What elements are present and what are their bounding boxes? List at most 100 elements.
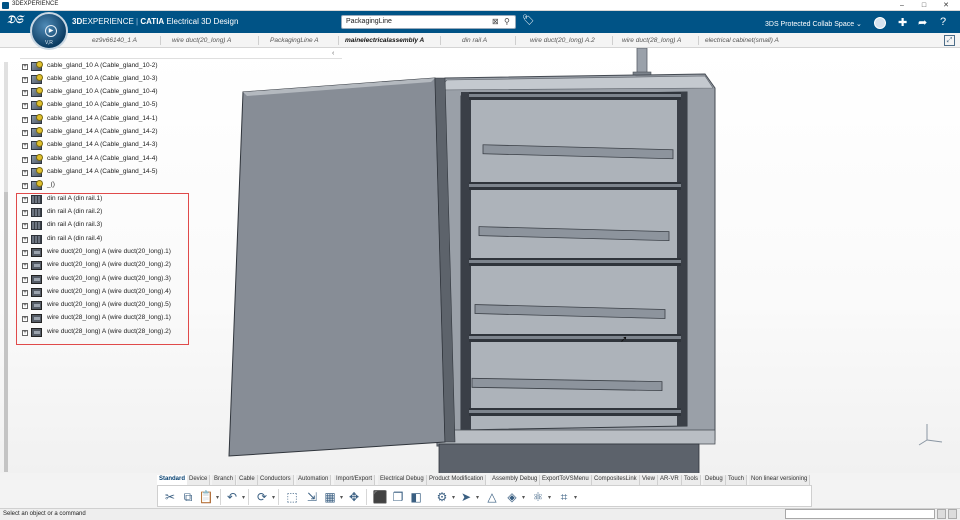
axis-triad-icon[interactable] [915,418,945,448]
ctab-debug[interactable]: Debug [703,475,726,485]
select-icon[interactable]: ⬚ [284,489,300,505]
expand-icon[interactable]: + [22,77,28,83]
copy-icon[interactable]: ⧉ [180,489,196,505]
tab-packagingline[interactable]: PackagingLine A [270,37,319,44]
help-icon[interactable]: ? [940,16,946,28]
cable-gland-icon [31,140,43,150]
compass-widget[interactable]: ▶ V,R [30,12,68,50]
section-icon[interactable]: ◈ [504,489,525,506]
ctab-touch[interactable]: Touch [726,475,748,485]
box-icon[interactable]: ⬛ [372,489,388,505]
multi-box-icon[interactable]: ❐ [390,489,406,505]
ctab-cable[interactable]: Cable [237,475,258,485]
expand-icon[interactable]: + [22,130,28,136]
cable-gland-icon [31,87,43,97]
cabinet-base [436,429,716,445]
tab-separator [258,36,259,45]
toolbar-separator [220,489,221,505]
search-field[interactable]: PackagingLine ⊠ ⚲ [341,15,516,29]
tab-separator [515,36,516,45]
tree-scroll-thumb[interactable] [4,192,8,472]
play-icon[interactable]: ▶ [45,25,57,37]
expand-icon[interactable]: + [22,170,28,176]
tab-electrical-cabinet[interactable]: electrical cabinet(small) A [705,37,779,44]
maximize-button[interactable]: □ [916,0,932,11]
cut-icon[interactable]: ✂ [162,489,178,505]
capture-icon[interactable]: ⌗ [556,489,577,506]
app-title: 3DEXPERIENCE | CATIA Electrical 3D Desig… [72,17,238,26]
move-icon[interactable]: ✥ [346,489,362,505]
tab-din-rail[interactable]: din rail A [462,37,487,44]
ctab-branch[interactable]: Branch [212,475,237,485]
collapse-tree-icon[interactable]: ‹ [332,50,334,57]
mouse-cursor-icon: ➚ [620,334,628,344]
tab-separator [612,36,613,45]
ctab-product-modification[interactable]: Product Modification [427,475,487,485]
tag-icon[interactable]: 🏷 [522,15,535,26]
expand-icon[interactable]: + [22,117,28,123]
ctab-electrical-debug[interactable]: Electrical Debug [378,475,427,485]
expand-icon[interactable]: + [22,90,28,96]
ctab-device[interactable]: Device [187,475,211,485]
ctab-assembly-debug[interactable]: Assembly Debug [490,475,541,485]
ds-logo-icon[interactable]: 𝔇𝔖 [7,14,23,27]
share-icon[interactable]: ➦ [918,16,927,29]
command-expand-button[interactable] [948,509,957,519]
cable-gland-icon [31,154,43,164]
tree-scrollbar[interactable] [4,62,8,472]
toolbar-separator [248,489,249,505]
cabinet-plinth [438,443,700,476]
measure-icon[interactable]: ◧ [408,489,424,505]
cable-gland-icon [31,100,43,110]
command-menu-button[interactable] [937,509,946,519]
update-icon[interactable]: ⟳ [254,489,275,506]
close-button[interactable]: ✕ [938,0,954,11]
expand-icon[interactable]: + [22,103,28,109]
tab-separator [160,36,161,45]
toolbar-separator [366,489,367,505]
expand-icon[interactable]: + [22,64,28,70]
assembly-icon[interactable]: ⚙ [434,489,455,506]
compass-tool-icon[interactable]: △ [484,489,500,505]
tab-wire-duct-28[interactable]: wire duct(28_long) A [622,37,681,44]
tab-wire-duct-20-2[interactable]: wire duct(20_long) A.2 [530,37,595,44]
search-icon[interactable]: ⚲ [504,17,510,26]
expand-icon[interactable]: + [22,143,28,149]
table-icon[interactable]: ▦ [322,489,343,506]
status-prompt: Select an object or a command [3,511,86,517]
tab-ez9v66140[interactable]: ez9v66140_1 A [92,37,137,44]
clear-search-icon[interactable]: ⊠ [492,17,499,26]
expand-icon[interactable]: + [22,157,28,163]
ctab-ar-vr[interactable]: AR-VR [658,475,682,485]
ctab-view[interactable]: View [640,475,658,485]
ctab-import-export[interactable]: Import/Export [334,475,376,485]
collab-space-selector[interactable]: 3DS Protected Collab Space ⌄ [765,20,862,28]
cable-gland-icon [31,74,43,84]
undo-icon[interactable]: ↶ [224,489,245,506]
minimize-button[interactable]: – [894,0,910,11]
expand-icon[interactable]: + [22,183,28,189]
user-avatar[interactable] [874,17,886,29]
ctab-automation[interactable]: Automation [296,475,332,485]
expand-view-icon[interactable]: ⤢ [944,35,955,46]
tree-node-label: _() [47,181,55,188]
ctab-tools[interactable]: Tools [682,475,702,485]
ctab-non-linear-versioning[interactable]: Non linear versioning [749,475,811,485]
tab-separator [338,36,339,45]
brand-3d: 3D [72,17,83,26]
ctab-standard[interactable]: Standard [157,475,189,485]
ctab-conductors[interactable]: Conductors [258,475,294,485]
tree-node-label: cable_gland_10 A (Cable_gland_10-4) [47,88,158,95]
tab-mainelectricalassembly[interactable]: mainelectricalassembly A [345,37,424,44]
ctab-exporttovsmenu[interactable]: ExportToVSMenu [540,475,592,485]
fly-icon[interactable]: ➤ [458,489,479,506]
tab-separator [440,36,441,45]
select-mode-icon[interactable]: ⇲ [304,489,320,505]
tab-wire-duct-20[interactable]: wire duct(20_long) A [172,37,231,44]
command-input[interactable] [785,509,935,519]
ctab-compositeslink[interactable]: CompositesLink [592,475,640,485]
search-input[interactable]: PackagingLine [346,18,392,25]
paste-icon[interactable]: 📋 [198,489,219,506]
clash-icon[interactable]: ⚛ [530,489,551,506]
plus-icon[interactable]: ✚ [898,16,907,29]
